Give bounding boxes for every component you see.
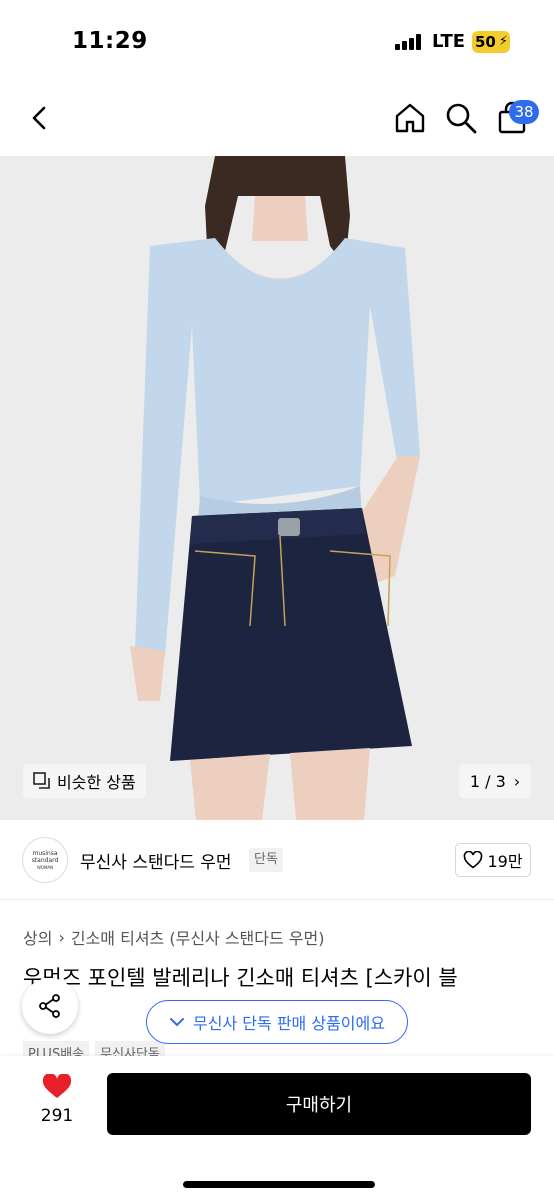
- chevron-right-icon: ›: [58, 927, 65, 947]
- battery-level: 50: [475, 33, 496, 51]
- share-icon: [39, 994, 60, 1018]
- image-page-counter[interactable]: 1 / 3 ›: [459, 764, 531, 798]
- similar-icon: [33, 772, 50, 789]
- status-bar: 11:29 LTE 50 ⚡: [0, 0, 554, 80]
- search-icon[interactable]: [443, 100, 479, 136]
- exclusive-tag: 단독: [249, 848, 283, 872]
- signal-icon: [395, 34, 423, 50]
- network-label: LTE: [432, 31, 466, 52]
- brand-logo-line1: musinsa: [32, 849, 58, 857]
- breadcrumb-item[interactable]: 상의: [23, 925, 52, 949]
- status-time: 11:29: [72, 28, 148, 54]
- brand-row: musinsa standard WOMAN 무신사 스탠다드 우먼 단독 19…: [0, 820, 554, 900]
- breadcrumb-item[interactable]: 긴소매 티셔츠 (무신사 스탠다드 우먼): [71, 925, 325, 949]
- top-nav: [0, 80, 554, 156]
- wishlist-count: 291: [40, 1106, 74, 1126]
- brand-name[interactable]: 무신사 스탠다드 우먼: [80, 848, 232, 873]
- share-button[interactable]: [22, 978, 78, 1034]
- back-arrow-icon[interactable]: [22, 100, 58, 136]
- cart-count-badge: 38: [509, 100, 539, 124]
- chevron-right-icon: ›: [513, 771, 521, 791]
- toast-text: 무신사 단독 판매 상품이에요: [193, 1014, 385, 1033]
- charging-icon: ⚡: [498, 34, 508, 49]
- breadcrumb: 상의 › 긴소매 티셔츠 (무신사 스탠다드 우먼): [23, 925, 325, 949]
- heart-filled-icon: [42, 1073, 72, 1098]
- exclusive-toast[interactable]: 무신사 단독 판매 상품이에요: [146, 1000, 408, 1044]
- buy-button[interactable]: 구매하기: [107, 1073, 531, 1135]
- page-counter-text: 1 / 3: [469, 771, 506, 791]
- brand-logo-line2: standard: [31, 856, 59, 864]
- wishlist-button[interactable]: 291: [30, 1073, 84, 1126]
- product-image[interactable]: [0, 156, 554, 820]
- similar-products-button[interactable]: 비슷한 상품: [23, 764, 146, 798]
- product-title: 우먼즈 포인텔 발레리나 긴소매 티셔츠 [스카이 블: [23, 966, 458, 990]
- home-icon[interactable]: [392, 100, 428, 136]
- brand-like-count: 19만: [487, 852, 523, 871]
- chevron-down-icon: [170, 1018, 185, 1027]
- product-photo: [0, 156, 554, 820]
- home-indicator: [183, 1181, 375, 1188]
- battery-icon: 50 ⚡: [472, 31, 510, 53]
- brand-like-button[interactable]: 19만: [455, 843, 531, 877]
- bottom-purchase-bar: 291 구매하기: [0, 1056, 554, 1200]
- brand-logo[interactable]: musinsa standard WOMAN: [22, 837, 68, 883]
- heart-outline-icon: [464, 851, 483, 869]
- similar-products-label: 비슷한 상품: [57, 773, 136, 792]
- brand-logo-line3: WOMAN: [36, 864, 54, 870]
